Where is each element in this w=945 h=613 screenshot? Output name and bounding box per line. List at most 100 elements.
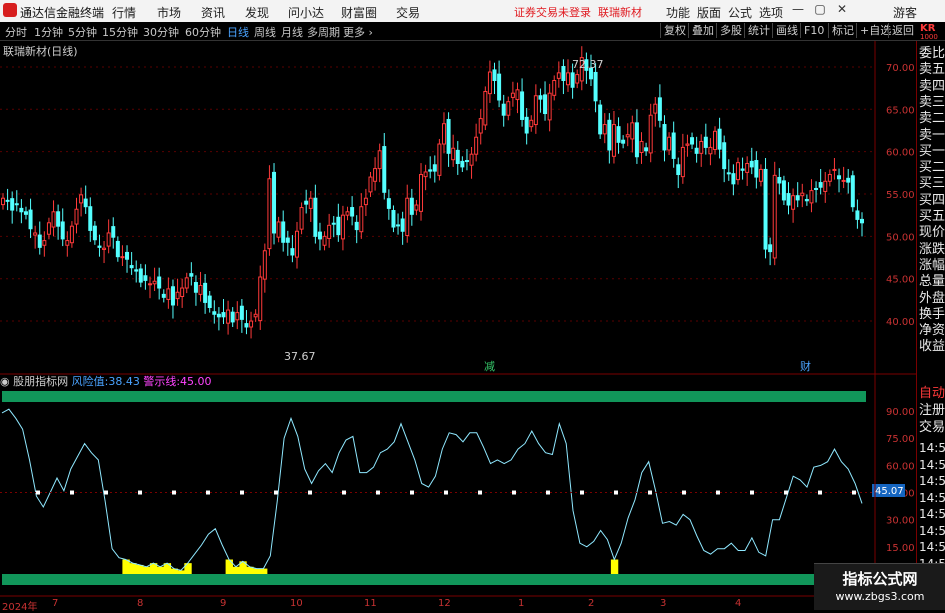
candle-body (400, 218, 405, 232)
candle-body (837, 175, 842, 180)
price-tick: 50.00 (886, 232, 915, 243)
tick-time: 14:55 (919, 441, 945, 455)
warn-dot (206, 490, 210, 495)
candle-body (713, 130, 718, 151)
indicator-tick: 60.00 (886, 461, 915, 472)
quote-label: 卖四 (919, 78, 945, 94)
date-2024: 2024年 (2, 602, 38, 613)
candle-body (203, 282, 208, 303)
candle-body (823, 180, 828, 192)
candle-body (322, 235, 327, 246)
candle-body (281, 221, 286, 243)
risk-fill-bar (122, 559, 130, 574)
candle-body (474, 136, 479, 155)
quote-label: 涨幅 (919, 257, 945, 273)
warn-dot (138, 490, 142, 495)
warn-value: 45.00 (180, 375, 212, 388)
quote-label: 买四 (919, 192, 945, 208)
candle-body (497, 73, 502, 101)
candle-body (432, 164, 437, 172)
candle-body (147, 283, 152, 286)
warn-dot (274, 490, 278, 495)
candle-body (267, 178, 272, 250)
kline-chart[interactable]: 70.00 65.00 60.00 55.00 50.00 45.00 40.00 72.3… (0, 0, 916, 609)
candle-body (152, 280, 157, 285)
candle-body (37, 234, 42, 248)
candle-body (272, 171, 277, 234)
candle-body (88, 206, 93, 231)
candle-body (170, 286, 175, 306)
candle-body (253, 313, 258, 318)
candle-body (134, 269, 139, 272)
warn-dot (784, 490, 788, 495)
candle-body (60, 221, 65, 240)
candle-body (735, 162, 740, 181)
risk-line (1, 408, 863, 571)
quote-label: 委比 (919, 46, 945, 61)
financial-report-marker[interactable]: 财 (800, 359, 811, 373)
candle-body (781, 180, 786, 201)
warn-dot (614, 490, 618, 495)
risk-fill-bar (232, 566, 240, 574)
candle-body (244, 323, 249, 328)
candle-body (846, 177, 851, 183)
date-m12: 12 (438, 598, 451, 609)
quote-tab[interactable]: 自动 (919, 387, 945, 401)
warning-line (0, 490, 875, 495)
candle-body (772, 174, 777, 259)
candle-body (662, 124, 667, 151)
candle-body (42, 240, 47, 246)
candle-body (308, 197, 313, 209)
risk-fill-bar (260, 568, 268, 574)
candle-body (419, 174, 424, 212)
warn-dot (410, 490, 414, 495)
lower-band (2, 574, 866, 585)
candle-body (814, 187, 819, 190)
warn-dot (376, 490, 380, 495)
candle-body (226, 309, 231, 324)
candle-body (676, 164, 681, 176)
candle-body (685, 143, 690, 146)
candle-body (377, 150, 382, 170)
quote-label: 总量 (919, 274, 945, 290)
quote-tab[interactable]: 交易 (919, 421, 945, 435)
indicator-name[interactable]: 股朋指标网 (13, 375, 68, 388)
candle-body (207, 295, 212, 309)
current-value-text: 45.07 (875, 486, 904, 497)
warn-dot (172, 490, 176, 495)
candle-body (529, 119, 534, 128)
candle-body (809, 190, 814, 204)
risk-fill-bar (156, 566, 165, 574)
panel-top-sub: 1000 (920, 33, 938, 41)
candle-body (818, 182, 823, 188)
candle-body (566, 72, 571, 86)
quote-tab[interactable]: 注册 (919, 404, 945, 418)
candle-body (478, 118, 483, 134)
candle-body (515, 89, 520, 101)
candle-body (354, 221, 359, 231)
candle-body (464, 160, 469, 163)
candle-body (258, 276, 263, 322)
candle-body (533, 95, 538, 126)
tick-time: 14:56 (919, 507, 945, 521)
quote-label: 买三 (919, 176, 945, 192)
candle-body (804, 199, 809, 202)
candle-body (235, 312, 240, 321)
candle-body (745, 163, 750, 173)
candle-body (639, 140, 644, 153)
candle-body (667, 136, 672, 151)
candle-body (648, 114, 653, 154)
candle-body (786, 193, 791, 206)
candle-body (336, 216, 341, 236)
collapse-icon[interactable]: ◉ (0, 375, 10, 388)
candle-body (65, 240, 70, 246)
candle-body (630, 122, 635, 140)
candle-body (106, 232, 111, 247)
candle-body (708, 146, 713, 155)
reduce-marker[interactable]: 减 (484, 360, 495, 373)
quote-label: 卖五 (919, 62, 945, 78)
candle-body (795, 195, 800, 201)
candle-body (285, 237, 290, 243)
candle-body (749, 160, 754, 168)
indicator-header: ◉ 股朋指标网 风险值:38.43 警示线:45.00 (0, 373, 212, 389)
